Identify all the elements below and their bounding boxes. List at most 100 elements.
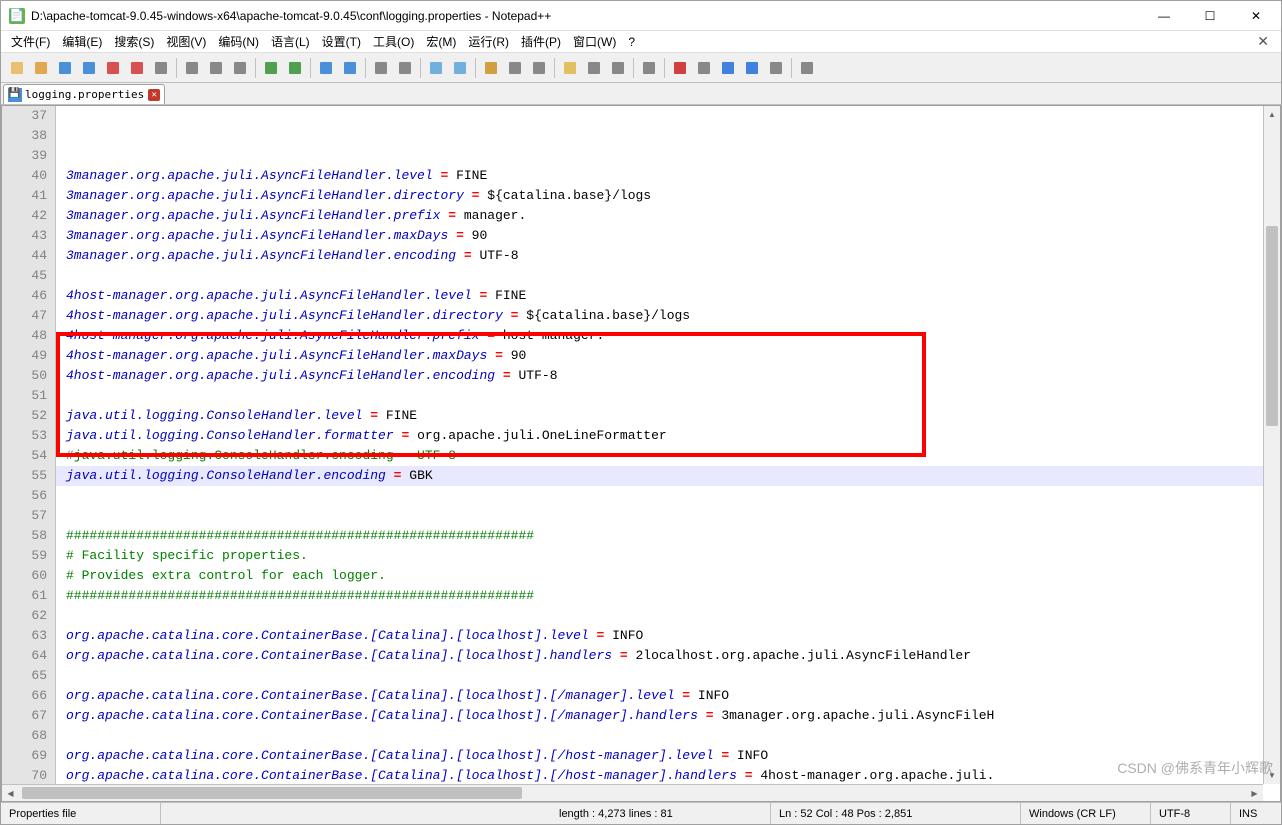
code-line[interactable]: java.util.logging.ConsoleHandler.formatt… bbox=[56, 426, 1263, 446]
menu-9[interactable]: 运行(R) bbox=[462, 31, 515, 52]
code-line[interactable]: org.apache.catalina.core.ContainerBase.[… bbox=[56, 746, 1263, 766]
savemarco-icon[interactable] bbox=[765, 57, 787, 79]
toolbar bbox=[1, 53, 1281, 83]
print-icon[interactable] bbox=[150, 57, 172, 79]
code-line[interactable]: org.apache.catalina.core.ContainerBase.[… bbox=[56, 706, 1263, 726]
maximize-button[interactable]: ☐ bbox=[1187, 2, 1233, 30]
undo-icon[interactable] bbox=[260, 57, 282, 79]
menu-7[interactable]: 工具(O) bbox=[367, 31, 420, 52]
cut-icon[interactable] bbox=[181, 57, 203, 79]
code-line[interactable]: 3manager.org.apache.juli.AsyncFileHandle… bbox=[56, 246, 1263, 266]
code-line[interactable]: 4host-manager.org.apache.juli.AsyncFileH… bbox=[56, 326, 1263, 346]
code-line[interactable] bbox=[56, 486, 1263, 506]
status-length: length : 4,273 lines : 81 bbox=[551, 803, 771, 824]
hscroll-thumb[interactable] bbox=[22, 787, 522, 799]
code-line[interactable]: org.apache.catalina.core.ContainerBase.[… bbox=[56, 646, 1263, 666]
sync-v-icon[interactable] bbox=[425, 57, 447, 79]
saveall-icon[interactable] bbox=[78, 57, 100, 79]
new-icon[interactable] bbox=[6, 57, 28, 79]
app-icon bbox=[9, 8, 25, 24]
indent-icon[interactable] bbox=[528, 57, 550, 79]
status-insert: INS bbox=[1231, 803, 1281, 824]
scroll-left-icon[interactable]: ◀ bbox=[2, 785, 19, 801]
code-line[interactable]: org.apache.catalina.core.ContainerBase.[… bbox=[56, 766, 1263, 784]
code-line[interactable]: java.util.logging.ConsoleHandler.encodin… bbox=[56, 466, 1263, 486]
close-button[interactable]: ✕ bbox=[1233, 2, 1279, 30]
code-line[interactable] bbox=[56, 726, 1263, 746]
code-area[interactable]: 3manager.org.apache.juli.AsyncFileHandle… bbox=[56, 106, 1263, 784]
redo-icon[interactable] bbox=[284, 57, 306, 79]
menu-8[interactable]: 宏(M) bbox=[420, 31, 462, 52]
status-eol: Windows (CR LF) bbox=[1021, 803, 1151, 824]
code-line[interactable]: ########################################… bbox=[56, 526, 1263, 546]
open-icon[interactable] bbox=[30, 57, 52, 79]
replace-icon[interactable] bbox=[339, 57, 361, 79]
menu-3[interactable]: 视图(V) bbox=[160, 31, 212, 52]
window-controls: — ☐ ✕ bbox=[1141, 2, 1279, 30]
code-line[interactable]: ########################################… bbox=[56, 586, 1263, 606]
scroll-right-icon[interactable]: ▶ bbox=[1246, 785, 1263, 801]
minimize-button[interactable]: — bbox=[1141, 2, 1187, 30]
menu-4[interactable]: 编码(N) bbox=[212, 31, 265, 52]
code-line[interactable] bbox=[56, 506, 1263, 526]
vscroll-thumb[interactable] bbox=[1266, 226, 1278, 426]
code-line[interactable]: 4host-manager.org.apache.juli.AsyncFileH… bbox=[56, 286, 1263, 306]
status-filetype: Properties file bbox=[1, 803, 161, 824]
scroll-up-icon[interactable]: ▲ bbox=[1264, 106, 1280, 123]
code-line[interactable]: 4host-manager.org.apache.juli.AsyncFileH… bbox=[56, 366, 1263, 386]
record-icon[interactable] bbox=[669, 57, 691, 79]
menu-12[interactable]: ? bbox=[622, 33, 641, 51]
code-line[interactable]: # Provides extra control for each logger… bbox=[56, 566, 1263, 586]
file-tab[interactable]: logging.properties ✕ bbox=[3, 84, 165, 104]
paste-icon[interactable] bbox=[229, 57, 251, 79]
find-icon[interactable] bbox=[315, 57, 337, 79]
code-line[interactable] bbox=[56, 266, 1263, 286]
play-icon[interactable] bbox=[717, 57, 739, 79]
docmap-icon[interactable] bbox=[607, 57, 629, 79]
stop-icon[interactable] bbox=[693, 57, 715, 79]
wordwrap-icon[interactable] bbox=[480, 57, 502, 79]
save-icon[interactable] bbox=[54, 57, 76, 79]
code-line[interactable]: 3manager.org.apache.juli.AsyncFileHandle… bbox=[56, 206, 1263, 226]
code-line[interactable]: 3manager.org.apache.juli.AsyncFileHandle… bbox=[56, 226, 1263, 246]
monitor-icon[interactable] bbox=[638, 57, 660, 79]
editor-inner: 3738394041424344454647484950515253545556… bbox=[1, 105, 1281, 802]
funclist-icon[interactable] bbox=[583, 57, 605, 79]
code-line[interactable]: 3manager.org.apache.juli.AsyncFileHandle… bbox=[56, 186, 1263, 206]
tab-close-icon[interactable]: ✕ bbox=[148, 89, 160, 101]
closeall-icon[interactable] bbox=[126, 57, 148, 79]
code-line[interactable]: java.util.logging.ConsoleHandler.level =… bbox=[56, 406, 1263, 426]
menu-5[interactable]: 语言(L) bbox=[265, 31, 316, 52]
folder-icon[interactable] bbox=[559, 57, 581, 79]
code-line[interactable]: 3manager.org.apache.juli.AsyncFileHandle… bbox=[56, 166, 1263, 186]
sync-h-icon[interactable] bbox=[449, 57, 471, 79]
code-line[interactable]: org.apache.catalina.core.ContainerBase.[… bbox=[56, 626, 1263, 646]
menu-6[interactable]: 设置(T) bbox=[316, 31, 367, 52]
vertical-scrollbar[interactable]: ▲ ▼ bbox=[1263, 106, 1280, 784]
code-line[interactable]: 4host-manager.org.apache.juli.AsyncFileH… bbox=[56, 346, 1263, 366]
code-line[interactable]: 4host-manager.org.apache.juli.AsyncFileH… bbox=[56, 306, 1263, 326]
copy-icon[interactable] bbox=[205, 57, 227, 79]
code-line[interactable]: #java.util.logging.ConsoleHandler.encodi… bbox=[56, 446, 1263, 466]
zoomout-icon[interactable] bbox=[394, 57, 416, 79]
playmulti-icon[interactable] bbox=[741, 57, 763, 79]
code-line[interactable]: # Facility specific properties. bbox=[56, 546, 1263, 566]
code-line[interactable] bbox=[56, 386, 1263, 406]
spell-icon[interactable] bbox=[796, 57, 818, 79]
menu-1[interactable]: 编辑(E) bbox=[56, 31, 108, 52]
menu-11[interactable]: 窗口(W) bbox=[567, 31, 622, 52]
status-encoding: UTF-8 bbox=[1151, 803, 1231, 824]
secondary-close-button[interactable]: ✕ bbox=[1249, 31, 1277, 52]
code-line[interactable] bbox=[56, 666, 1263, 686]
scroll-down-icon[interactable]: ▼ bbox=[1264, 767, 1280, 784]
code-line[interactable] bbox=[56, 606, 1263, 626]
code-line[interactable]: org.apache.catalina.core.ContainerBase.[… bbox=[56, 686, 1263, 706]
allchars-icon[interactable] bbox=[504, 57, 526, 79]
horizontal-scrollbar[interactable]: ◀ ▶ bbox=[2, 784, 1263, 801]
menu-10[interactable]: 插件(P) bbox=[515, 31, 567, 52]
menu-2[interactable]: 搜索(S) bbox=[108, 31, 160, 52]
menu-0[interactable]: 文件(F) bbox=[5, 31, 56, 52]
zoomin-icon[interactable] bbox=[370, 57, 392, 79]
window: D:\apache-tomcat-9.0.45-windows-x64\apac… bbox=[0, 0, 1282, 825]
close-icon[interactable] bbox=[102, 57, 124, 79]
